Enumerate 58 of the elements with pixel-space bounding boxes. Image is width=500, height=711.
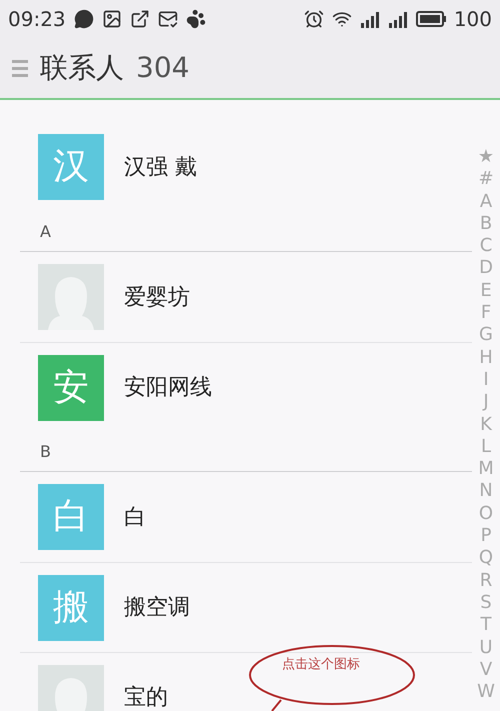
index-letter[interactable]: B bbox=[480, 212, 492, 236]
index-letter[interactable]: R bbox=[480, 570, 492, 592]
index-letter[interactable]: G bbox=[479, 324, 493, 347]
index-letter[interactable]: U bbox=[479, 636, 493, 659]
index-letter[interactable]: V bbox=[480, 658, 492, 682]
index-letter[interactable]: T bbox=[480, 614, 492, 637]
index-letter[interactable]: K bbox=[480, 414, 492, 436]
index-letter[interactable]: Q bbox=[478, 547, 494, 570]
contact-name: 白 bbox=[124, 504, 146, 532]
index-letter[interactable]: S bbox=[480, 592, 492, 614]
index-letter[interactable]: N bbox=[479, 480, 493, 503]
index-letter[interactable]: F bbox=[480, 302, 492, 324]
index-letter[interactable]: P bbox=[480, 525, 492, 548]
contact-avatar: 白 bbox=[38, 484, 104, 550]
contact-row[interactable]: 安 安阳网线 bbox=[20, 342, 472, 432]
battery-icon bbox=[416, 11, 446, 27]
index-letter[interactable]: J bbox=[483, 391, 489, 414]
mail-check-icon bbox=[158, 9, 178, 29]
header-title: 联系人 bbox=[40, 50, 124, 86]
contact-name: 安阳网线 bbox=[124, 374, 212, 402]
status-time: 09:23 bbox=[8, 6, 66, 33]
index-letter[interactable]: # bbox=[478, 168, 494, 191]
image-icon bbox=[102, 9, 122, 29]
index-letter[interactable]: W bbox=[477, 681, 495, 704]
index-letter[interactable]: I bbox=[483, 368, 489, 392]
contact-row[interactable]: 爱婴坊 bbox=[20, 252, 472, 342]
contact-name: 汉强 戴 bbox=[124, 154, 197, 182]
chat-icon bbox=[74, 9, 94, 29]
section-letter: B bbox=[40, 440, 51, 462]
contact-avatar: 汉 bbox=[38, 134, 104, 200]
contact-row[interactable]: 白 白 bbox=[20, 472, 472, 562]
index-letter[interactable]: C bbox=[480, 235, 492, 258]
section-letter: A bbox=[40, 220, 51, 242]
paw-icon bbox=[186, 9, 206, 29]
contact-row[interactable]: 搬 搬空调 bbox=[20, 562, 472, 652]
callout-text: 点击这个图标 bbox=[282, 656, 360, 674]
index-letter[interactable]: O bbox=[478, 502, 494, 526]
contact-avatar: 安 bbox=[38, 354, 104, 420]
index-letter[interactable]: ★ bbox=[478, 146, 494, 168]
alarm-icon bbox=[304, 9, 324, 29]
share-icon bbox=[130, 9, 150, 29]
contact-name: 搬空调 bbox=[124, 594, 190, 622]
contact-avatar: 搬 bbox=[38, 574, 104, 640]
menu-icon[interactable] bbox=[12, 59, 28, 77]
contact-name: 爱婴坊 bbox=[124, 284, 190, 312]
index-letter[interactable]: L bbox=[480, 436, 492, 458]
signal-icon bbox=[360, 10, 380, 28]
index-letter[interactable]: E bbox=[480, 280, 492, 302]
contact-name: 宝的 bbox=[124, 684, 168, 711]
index-letter[interactable]: D bbox=[479, 257, 493, 280]
index-letter[interactable]: H bbox=[479, 346, 493, 369]
contact-count: 304 bbox=[136, 50, 190, 86]
avatar-placeholder-icon bbox=[38, 264, 104, 330]
contact-row[interactable]: 汉 汉强 戴 bbox=[20, 122, 472, 212]
index-letter[interactable]: M bbox=[478, 458, 494, 480]
battery-level: 100 bbox=[454, 6, 492, 33]
signal-icon bbox=[388, 10, 408, 28]
index-letter[interactable]: A bbox=[480, 190, 492, 213]
